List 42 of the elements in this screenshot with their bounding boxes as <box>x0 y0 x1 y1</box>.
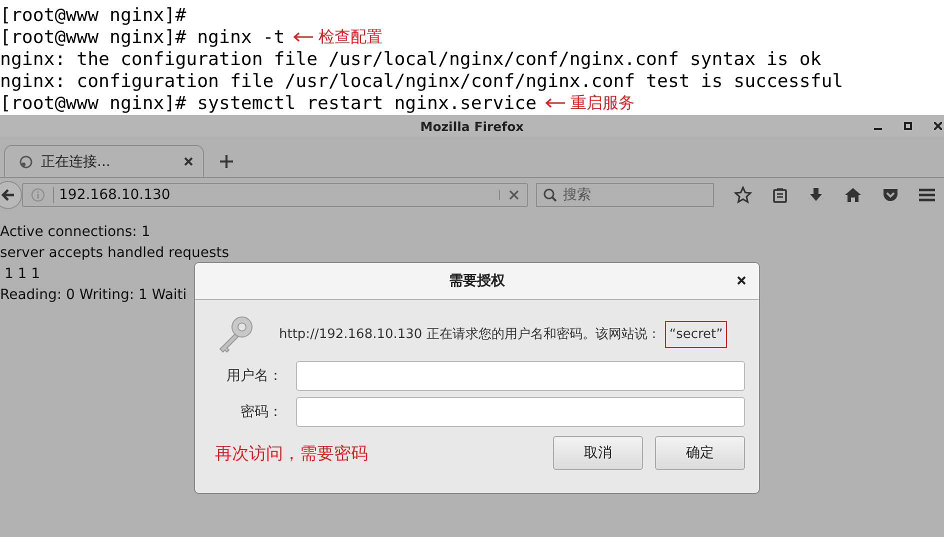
terminal-line: [root@www nginx]# nginx -t <box>0 26 285 48</box>
terminal-line: [root@www nginx]# systemctl restart nginx.service <box>0 92 537 114</box>
home-icon[interactable] <box>844 187 862 203</box>
search-icon <box>543 188 557 202</box>
browser-tab[interactable]: 正在连接... <box>4 145 204 177</box>
terminal-line: [root@www nginx]# <box>0 4 186 26</box>
pocket-icon[interactable] <box>882 187 899 203</box>
star-icon[interactable] <box>734 186 752 204</box>
arrow-icon <box>0 187 16 203</box>
annotation-text: 重启服务 <box>570 92 635 114</box>
close-button[interactable] <box>934 122 942 130</box>
page-text: server accepts handled requests <box>0 244 230 263</box>
dialog-title: 需要授权 <box>449 272 505 290</box>
window-title: Mozilla Firefox <box>420 118 524 134</box>
terminal-line: nginx: configuration file /usr/local/nginx/conf/nginx.conf test is successful <box>0 70 844 92</box>
field-label: 用户名： <box>225 367 282 385</box>
clipboard-icon[interactable] <box>772 187 788 203</box>
dialog-button[interactable]: 取消 <box>553 436 643 470</box>
info-icon <box>31 188 45 202</box>
arrow-icon <box>544 98 565 108</box>
annotation-text: 再次访问，需要密码 <box>215 442 369 464</box>
arrow-icon <box>292 32 313 42</box>
field-label: 密码： <box>239 403 282 421</box>
annotation-text: 检查配置 <box>318 26 383 48</box>
input-field[interactable] <box>296 397 745 427</box>
plus-icon[interactable] <box>220 155 233 168</box>
input-field[interactable] <box>296 361 745 391</box>
close-icon[interactable] <box>737 276 746 285</box>
close-icon[interactable] <box>184 157 193 166</box>
download-icon[interactable] <box>808 187 824 203</box>
back-button[interactable] <box>0 181 22 209</box>
maximize-button[interactable] <box>904 122 912 130</box>
terminal-line: nginx: the configuration file /usr/local/nginx/conf/nginx.conf syntax is ok <box>0 48 822 70</box>
page-text: Active connections: 1 <box>0 223 150 242</box>
menu-icon[interactable] <box>919 188 935 202</box>
realm-text: “secret” <box>665 320 727 348</box>
loading-icon <box>19 154 33 168</box>
dialog-message: http://192.168.10.130 正在请求您的用户名和密码。该网站说： <box>279 326 660 343</box>
page-text: Reading: 0 Writing: 1 Waiti <box>0 286 187 305</box>
address-field[interactable]: 192.168.10.130 <box>22 183 528 207</box>
page-text: 1 1 1 <box>3 265 40 284</box>
dialog-button[interactable]: 确定 <box>655 436 745 470</box>
